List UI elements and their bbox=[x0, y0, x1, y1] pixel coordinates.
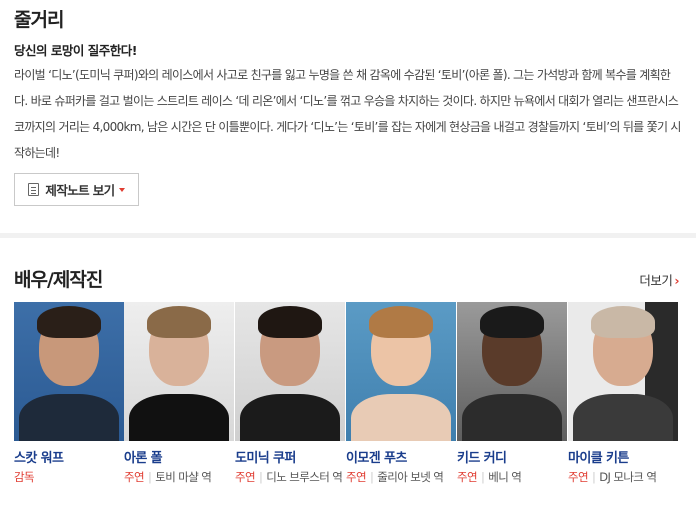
more-link-label: 더보기 bbox=[639, 273, 673, 288]
cast-card[interactable]: 도미닉 쿠퍼 주연 | 디노 브루스터 역 bbox=[235, 302, 345, 486]
cast-role: 주연 | 줄리아 보넷 역 bbox=[346, 469, 456, 486]
cast-photo[interactable] bbox=[457, 302, 567, 441]
cast-list: 스캇 워프 감독 아론 폴 주연 | 토비 마샬 역 도미닉 쿠퍼 주연 | 디노 브루… bbox=[14, 302, 684, 512]
cast-name[interactable]: 이모겐 푸츠 bbox=[346, 447, 456, 466]
cast-card[interactable]: 이모겐 푸츠 주연 | 줄리아 보넷 역 bbox=[346, 302, 456, 486]
cast-title: 배우/제작진 bbox=[14, 269, 103, 291]
cast-card[interactable]: 스캇 워프 감독 bbox=[14, 302, 124, 486]
synopsis-text: 라이벌 ‘디노’(도미닉 쿠퍼)와의 레이스에서 사고로 친구를 잃고 누명을 … bbox=[14, 68, 681, 160]
cast-photo[interactable] bbox=[235, 302, 345, 441]
cast-role: 주연 | 토비 마샬 역 bbox=[124, 469, 234, 486]
document-icon bbox=[28, 183, 40, 196]
cast-role-type: 주연 bbox=[568, 470, 589, 484]
role-separator: | bbox=[480, 470, 485, 484]
cast-photo[interactable] bbox=[346, 302, 456, 441]
caret-down-icon bbox=[118, 187, 125, 192]
cast-card[interactable]: 키드 커디 주연 | 베니 역 bbox=[457, 302, 567, 486]
cast-photo[interactable] bbox=[14, 302, 124, 441]
cast-role: 주연 | 디노 브루스터 역 bbox=[235, 469, 345, 486]
cast-card[interactable]: 아론 폴 주연 | 토비 마샬 역 bbox=[124, 302, 234, 486]
more-link[interactable]: 더보기 › bbox=[639, 270, 679, 289]
cast-role-name: 줄리아 보넷 역 bbox=[377, 470, 444, 484]
production-notes-label: 제작노트 보기 bbox=[45, 183, 115, 198]
cast-photo[interactable] bbox=[124, 302, 234, 441]
role-separator: | bbox=[258, 470, 263, 484]
synopsis-title: 줄거리 bbox=[14, 9, 64, 31]
cast-role: 주연 | DJ 모나크 역 bbox=[568, 469, 678, 486]
cast-role-name: DJ 모나크 역 bbox=[599, 470, 657, 484]
role-separator: | bbox=[147, 470, 152, 484]
cast-role: 감독 bbox=[14, 469, 124, 486]
tagline: 당신의 로망이 질주한다! bbox=[14, 43, 137, 58]
cast-role-name: 디노 브루스터 역 bbox=[266, 470, 343, 484]
cast-photo[interactable] bbox=[568, 302, 678, 441]
cast-role-type: 주연 bbox=[235, 470, 256, 484]
cast-card[interactable]: 마이클 키튼 주연 | DJ 모나크 역 bbox=[568, 302, 678, 486]
cast-name[interactable]: 아론 폴 bbox=[124, 447, 234, 466]
cast-role: 주연 | 베니 역 bbox=[457, 469, 567, 486]
role-separator: | bbox=[591, 470, 596, 484]
cast-name[interactable]: 키드 커디 bbox=[457, 447, 567, 466]
section-divider bbox=[0, 233, 696, 238]
cast-name[interactable]: 스캇 워프 bbox=[14, 447, 124, 466]
cast-name[interactable]: 도미닉 쿠퍼 bbox=[235, 447, 345, 466]
cast-role-type: 감독 bbox=[14, 470, 35, 484]
cast-role-name: 토비 마샬 역 bbox=[155, 470, 212, 484]
cast-role-type: 주연 bbox=[346, 470, 367, 484]
cast-name[interactable]: 마이클 키튼 bbox=[568, 447, 678, 466]
role-separator: | bbox=[369, 470, 374, 484]
cast-role-type: 주연 bbox=[124, 470, 145, 484]
production-notes-button[interactable]: 제작노트 보기 bbox=[14, 173, 139, 206]
cast-role-type: 주연 bbox=[457, 470, 478, 484]
cast-role-name: 베니 역 bbox=[488, 470, 522, 484]
chevron-right-icon: › bbox=[674, 273, 679, 288]
